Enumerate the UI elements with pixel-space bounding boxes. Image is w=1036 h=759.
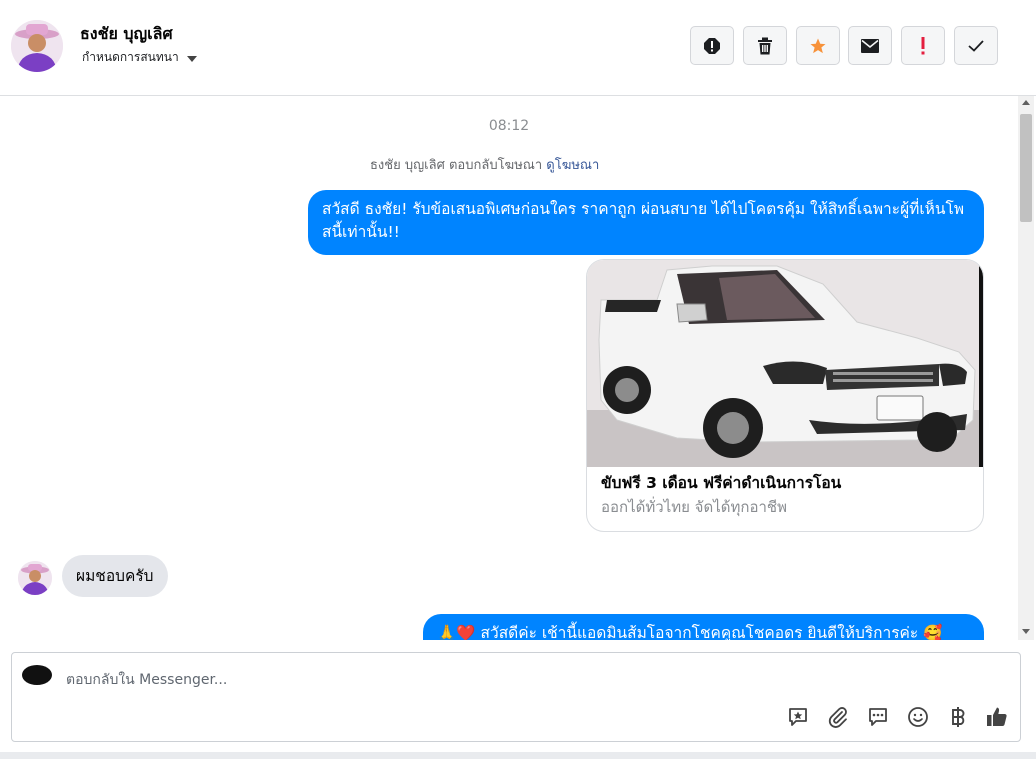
- mark-unread-button[interactable]: [848, 26, 892, 65]
- saved-reply-icon[interactable]: [784, 703, 812, 731]
- outgoing-message: 🙏❤️ สวัสดีค่ะ เช้านี้แอดมินส้มโอจากโชคคู…: [423, 614, 984, 640]
- timestamp: 08:12: [488, 118, 530, 134]
- baht-icon[interactable]: [944, 703, 972, 731]
- contact-name: ธงชัย บุญเลิศ: [80, 24, 173, 43]
- envelope-icon: [861, 38, 879, 53]
- caret-down-icon: [186, 55, 197, 62]
- bottom-border: [0, 752, 1036, 759]
- trash-icon: [758, 37, 772, 54]
- ad-card-image: [587, 260, 983, 467]
- attachment-icon[interactable]: [824, 703, 852, 731]
- chat-icon[interactable]: [864, 703, 892, 731]
- contact-avatar-small: [18, 561, 52, 595]
- ad-card[interactable]: ขับฟรี 3 เดือน ฟรีค่าดำเนินการโอน ออกได้…: [586, 259, 984, 532]
- ad-reply-text: ธงชัย บุญเลิศ ตอบกลับโฆษณา: [370, 158, 543, 173]
- reply-input[interactable]: ตอบกลับใน Messenger...: [66, 669, 227, 691]
- scroll-up-arrow-icon[interactable]: [1022, 100, 1030, 105]
- avatar[interactable]: [11, 20, 63, 72]
- check-icon: [968, 39, 984, 52]
- alert-button[interactable]: [690, 26, 734, 65]
- exclamation-icon: [921, 36, 925, 54]
- incoming-message: ผมชอบครับ: [62, 555, 168, 597]
- page-logo-icon: [22, 665, 52, 685]
- emoji-icon[interactable]: [904, 703, 932, 731]
- assign-label: กำหนดการสนทนา: [82, 50, 179, 64]
- done-button[interactable]: [954, 26, 998, 65]
- scroll-down-arrow-icon[interactable]: [1022, 629, 1030, 634]
- assign-conversation-dropdown[interactable]: กำหนดการสนทนา: [82, 48, 197, 67]
- scrollbar[interactable]: [1018, 96, 1034, 640]
- star-button[interactable]: [796, 26, 840, 65]
- alert-icon: [704, 37, 720, 54]
- scrollbar-thumb[interactable]: [1020, 114, 1032, 222]
- reply-composer[interactable]: ตอบกลับใน Messenger...: [11, 652, 1021, 742]
- message-list[interactable]: 08:12 ธงชัย บุญเลิศ ตอบกลับโฆษณา ดูโฆษณา…: [0, 96, 1018, 640]
- outgoing-message: สวัสดี ธงชัย! รับข้อเสนอพิเศษก่อนใคร ราค…: [308, 190, 984, 255]
- star-icon: [810, 38, 826, 53]
- ad-card-subtitle: ออกได้ทั่วไทย จัดได้ทุกอาชีพ: [601, 498, 787, 516]
- view-ad-link[interactable]: ดูโฆษณา: [546, 158, 599, 173]
- ad-card-title: ขับฟรี 3 เดือน ฟรีค่าดำเนินการโอน: [601, 474, 842, 492]
- spam-button[interactable]: [901, 26, 945, 65]
- conversation-header: ธงชัย บุญเลิศ กำหนดการสนทนา: [0, 0, 1036, 96]
- delete-button[interactable]: [743, 26, 787, 65]
- like-icon[interactable]: [983, 703, 1011, 731]
- ad-reply-notice: ธงชัย บุญเลิศ ตอบกลับโฆษณา ดูโฆษณา: [370, 154, 599, 175]
